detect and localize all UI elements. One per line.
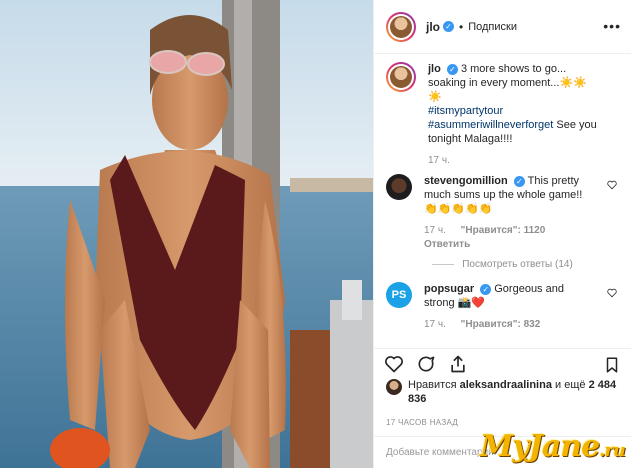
separator-dot: • (459, 19, 464, 34)
caption-username[interactable]: jlo (428, 63, 441, 75)
verified-icon: ✓ (446, 63, 458, 75)
author-username[interactable]: jlo (426, 20, 440, 34)
verified-icon: ✓ (513, 175, 525, 187)
verified-icon: ✓ (480, 283, 492, 295)
watermark-logo: MyJane.ru (479, 429, 626, 464)
hashtag-link[interactable]: #asummeriwillneverforget (428, 119, 553, 131)
reply-button[interactable]: Ответить (424, 239, 470, 250)
post-timestamp[interactable]: 17 ЧАСОВ НАЗАД (386, 418, 458, 427)
caption-meta: 17 ч. (428, 154, 598, 168)
comment-likes[interactable]: "Нравится": 1120 (461, 225, 546, 236)
verified-icon: ✓ (443, 21, 454, 32)
view-replies-button[interactable]: Посмотреть ответы (14) (374, 259, 631, 270)
comment-username[interactable]: stevengomillion (424, 175, 508, 187)
heart-icon[interactable] (607, 180, 617, 190)
caption-comment: jlo ✓ 3 more shows to go... soaking in e… (374, 62, 631, 168)
comments-list: jlo ✓ 3 more shows to go... soaking in e… (374, 62, 631, 347)
comment-item: PS popsugar ✓ Gorgeous and strong 📸❤️ 17… (374, 282, 631, 332)
author-avatar[interactable] (386, 11, 416, 42)
liker-avatar[interactable] (386, 379, 402, 395)
comment-item: stevengomillion ✓ This pretty much sums … (374, 174, 631, 252)
like-heart-icon[interactable] (384, 354, 404, 374)
comment-body: popsugar ✓ Gorgeous and strong 📸❤️ 17 ч.… (424, 282, 594, 332)
comment-time[interactable]: 17 ч. (424, 319, 446, 330)
more-horizontal-icon[interactable]: ••• (603, 18, 621, 34)
comment-username[interactable]: popsugar (424, 283, 474, 295)
comment-time[interactable]: 17 ч. (424, 225, 446, 236)
beach-photo-illustration (0, 0, 373, 468)
comment-meta: 17 ч. "Нравится": 832 (424, 318, 594, 332)
commenter-avatar[interactable] (386, 174, 412, 200)
follow-button[interactable]: Подписки (468, 21, 517, 33)
watermark-main: MyJane (479, 429, 600, 464)
likes-summary: Нравится aleksandraalinina и ещё 2 484 8… (386, 378, 619, 406)
comment-meta: 17 ч. "Нравится": 1120 Ответить (424, 224, 594, 252)
caption-avatar[interactable] (386, 62, 416, 92)
liker-username[interactable]: aleksandraalinina (460, 379, 552, 391)
commenter-avatar[interactable]: PS (386, 282, 412, 308)
share-icon[interactable] (448, 354, 468, 374)
heart-icon[interactable] (607, 288, 617, 298)
watermark-suffix: .ru (599, 440, 626, 461)
comment-icon[interactable] (416, 354, 436, 374)
post-actions-bar (374, 348, 631, 379)
post-side-panel: jlo ✓ • Подписки ••• jlo ✓ 3 more shows … (373, 0, 631, 468)
post-header: jlo ✓ • Подписки ••• (374, 0, 631, 54)
comment-likes[interactable]: "Нравится": 832 (461, 319, 541, 330)
bookmark-icon[interactable] (603, 355, 621, 375)
hashtag-link[interactable]: #itsmypartytour (428, 105, 503, 117)
likes-prefix: Нравится (408, 379, 457, 391)
comment-body: stevengomillion ✓ This pretty much sums … (424, 174, 594, 252)
caption-body: jlo ✓ 3 more shows to go... soaking in e… (428, 62, 598, 168)
caption-time[interactable]: 17 ч. (428, 155, 450, 166)
likes-suffix: и ещё (555, 379, 586, 391)
likes-text: Нравится aleksandraalinina и ещё 2 484 8… (408, 378, 619, 406)
post-photo[interactable] (0, 0, 373, 468)
